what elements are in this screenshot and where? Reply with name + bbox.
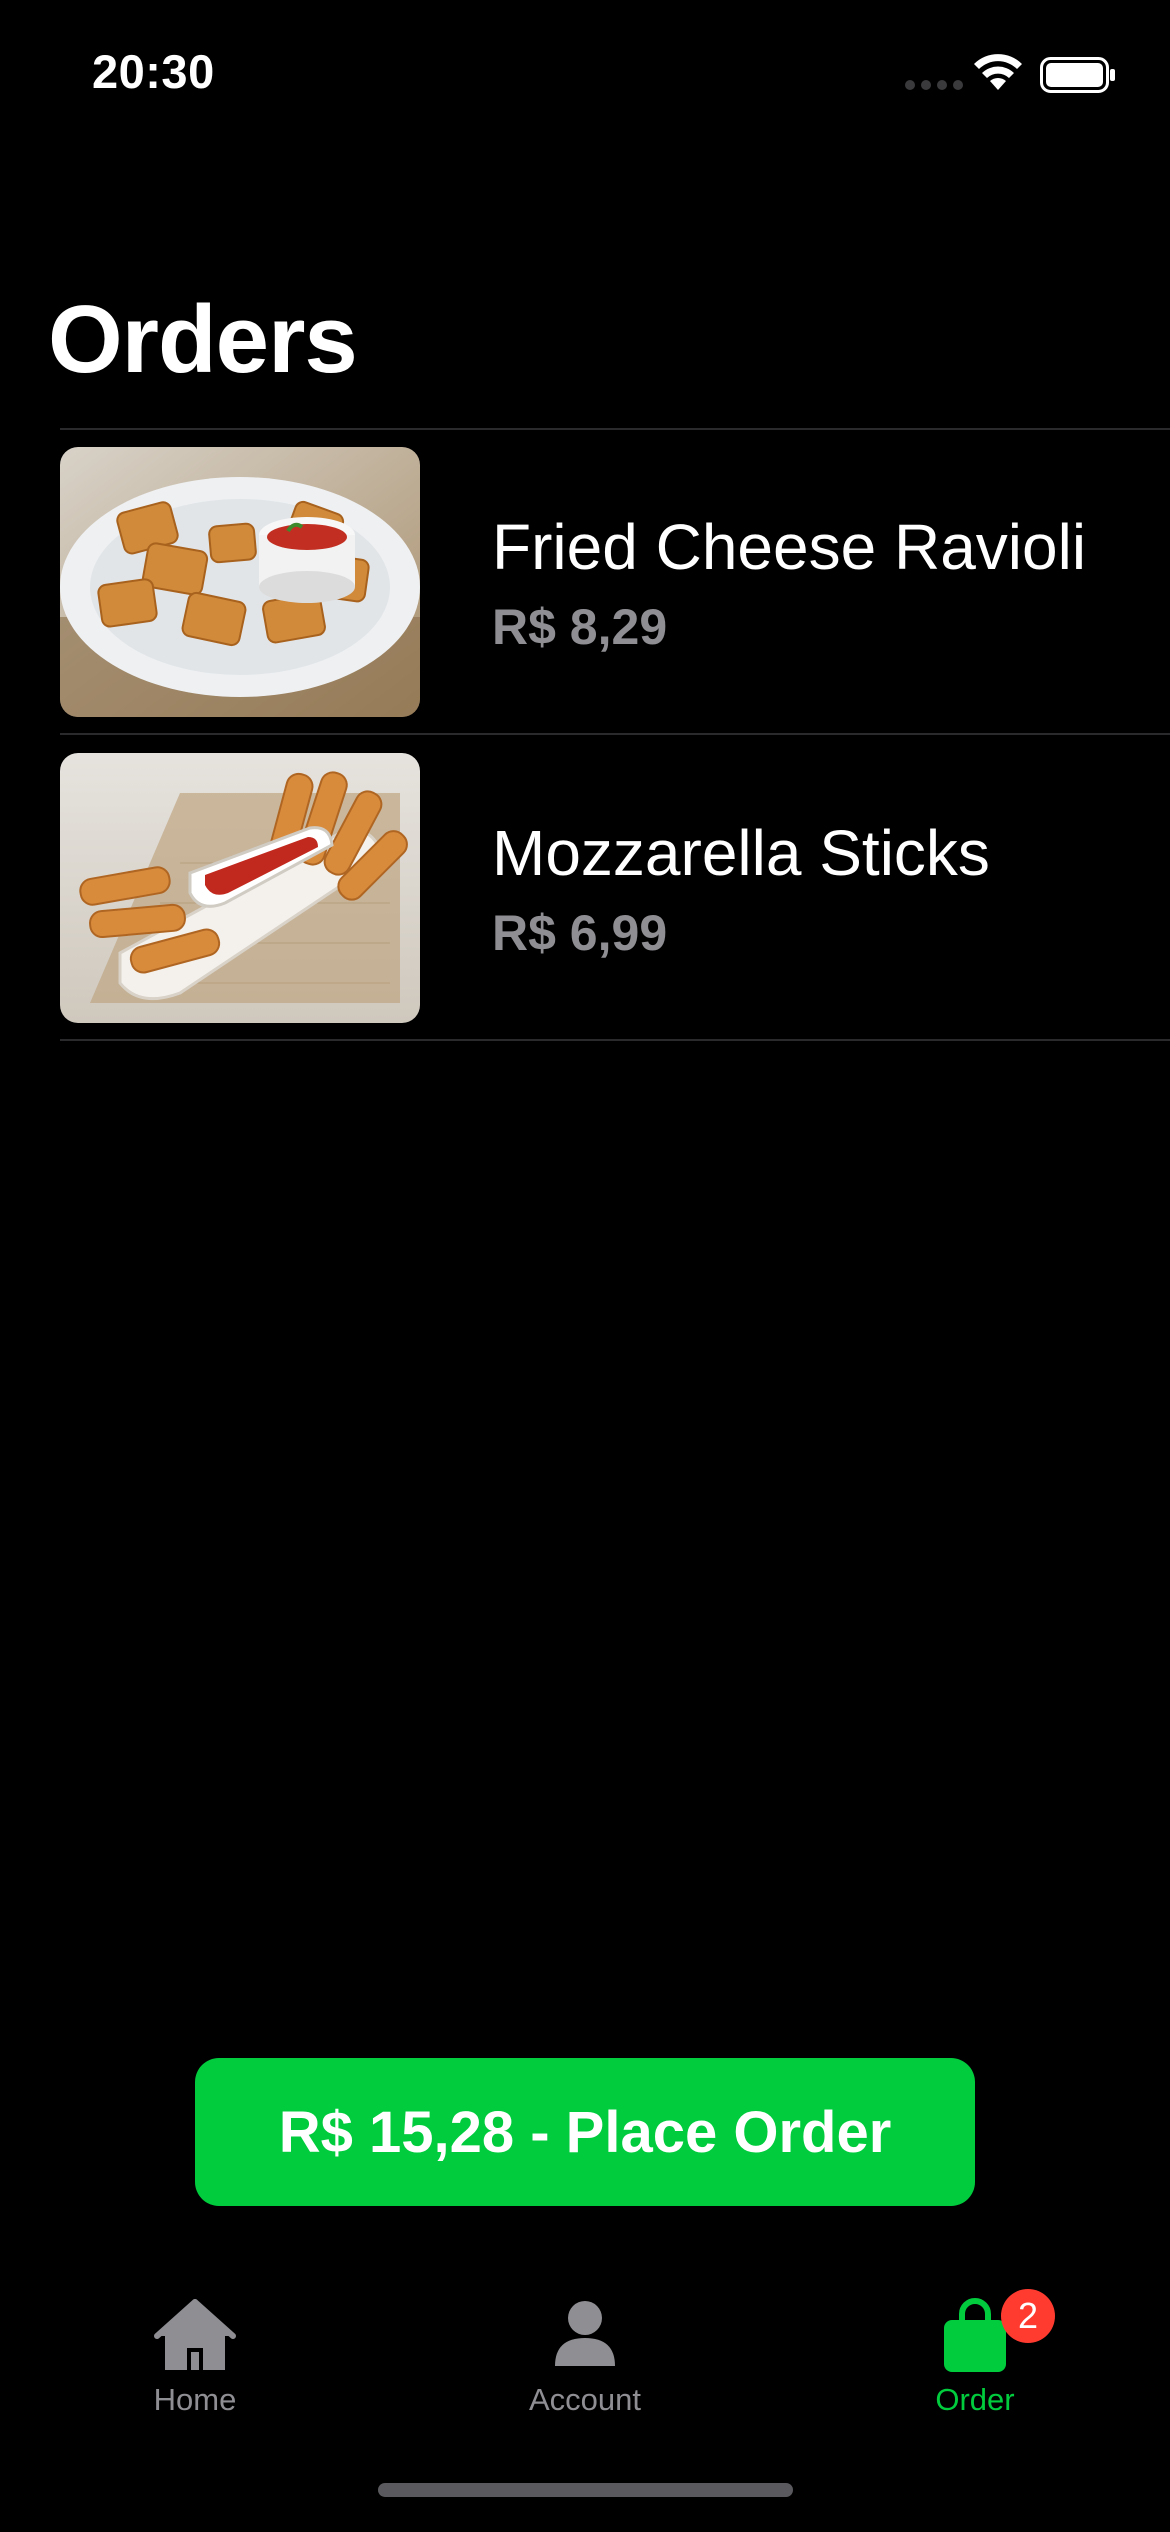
home-indicator xyxy=(378,2483,793,2497)
tab-label: Account xyxy=(528,2382,641,2417)
item-price: R$ 6,99 xyxy=(492,905,668,961)
person-icon xyxy=(555,2301,615,2366)
battery-icon xyxy=(1040,57,1115,93)
place-order-button[interactable]: R$ 15,28 - Place Order xyxy=(195,2058,975,2206)
status-bar: 20:30 xyxy=(0,0,1170,140)
cellular-signal-icon xyxy=(905,80,965,90)
divider xyxy=(60,1039,1170,1041)
bag-icon xyxy=(944,2298,1006,2372)
item-price: R$ 8,29 xyxy=(492,599,668,655)
item-name: Mozzarella Sticks xyxy=(492,817,990,889)
order-item-fried-cheese-ravioli[interactable]: Fried Cheese Ravioli R$ 8,29 xyxy=(60,430,1170,730)
tab-order[interactable]: Order xyxy=(780,2270,1170,2430)
tab-label: Home xyxy=(153,2382,237,2417)
tab-bar: Home Account Order xyxy=(0,2270,1170,2450)
tab-account[interactable]: Account xyxy=(390,2270,780,2430)
divider xyxy=(60,733,1170,735)
tab-home[interactable]: Home xyxy=(0,2270,390,2430)
tab-label: Order xyxy=(935,2382,1015,2417)
fried-ravioli-photo xyxy=(60,447,420,717)
mozzarella-sticks-photo xyxy=(60,753,420,1023)
order-item-mozzarella-sticks[interactable]: Mozzarella Sticks R$ 6,99 xyxy=(60,736,1170,1036)
house-icon xyxy=(154,2299,236,2370)
order-count-badge: 2 xyxy=(1001,2289,1055,2343)
status-time: 20:30 xyxy=(92,45,215,98)
page-title: Orders xyxy=(48,286,358,393)
wifi-icon xyxy=(974,54,1022,90)
item-name: Fried Cheese Ravioli xyxy=(492,511,1087,583)
